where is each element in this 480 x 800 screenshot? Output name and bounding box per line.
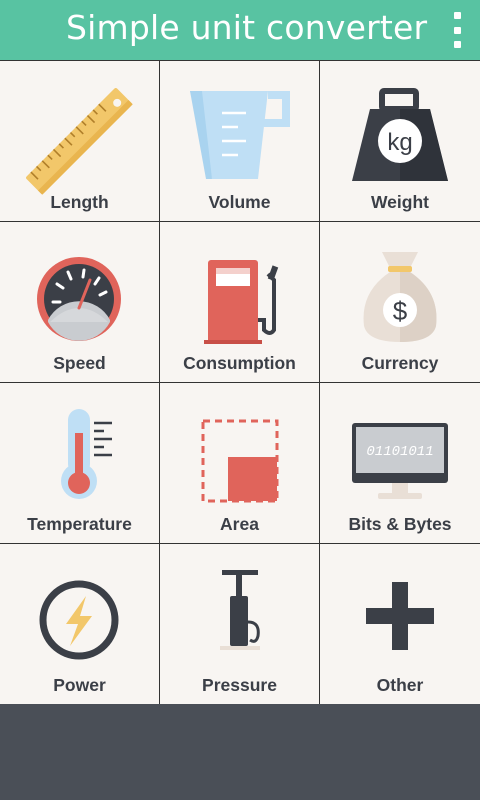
category-label: Consumption (183, 353, 296, 373)
category-label: Bits & Bytes (348, 514, 452, 534)
category-tile-volume[interactable]: Volume (160, 61, 319, 221)
category-label: Pressure (202, 675, 277, 695)
app-title: Simple unit converter (66, 8, 428, 47)
category-tile-consumption[interactable]: Consumption (160, 222, 319, 382)
category-tile-power[interactable]: Power (0, 544, 159, 704)
category-label: Currency (361, 353, 439, 373)
category-tile-area[interactable]: Area (160, 383, 319, 543)
currency-symbol-text: $ (393, 296, 408, 326)
category-label: Power (53, 675, 106, 695)
category-tile-temperature[interactable]: Temperature (0, 383, 159, 543)
category-label: Area (220, 514, 259, 534)
binary-text: 01101011 (366, 444, 433, 460)
category-label: Volume (208, 192, 271, 212)
category-label: Length (50, 192, 109, 212)
category-label: Weight (370, 192, 429, 212)
category-tile-bits-bytes[interactable]: 01101011 Bits & Bytes (320, 383, 480, 543)
weight-unit-text: kg (387, 129, 412, 156)
category-label: Other (376, 675, 424, 695)
app-bar: Simple unit converter (0, 0, 480, 60)
category-grid: Length Volume kg Weight Speed Consumptio… (0, 60, 480, 704)
category-tile-length[interactable]: Length (0, 61, 159, 221)
overflow-menu-icon[interactable] (442, 10, 472, 50)
bottom-bar (0, 704, 480, 800)
category-label: Temperature (27, 514, 132, 534)
category-tile-weight[interactable]: kg Weight (320, 61, 480, 221)
category-label: Speed (53, 353, 106, 373)
category-tile-currency[interactable]: $ Currency (320, 222, 480, 382)
category-tile-speed[interactable]: Speed (0, 222, 159, 382)
category-tile-pressure[interactable]: Pressure (160, 544, 319, 704)
category-tile-other[interactable]: Other (320, 544, 480, 704)
